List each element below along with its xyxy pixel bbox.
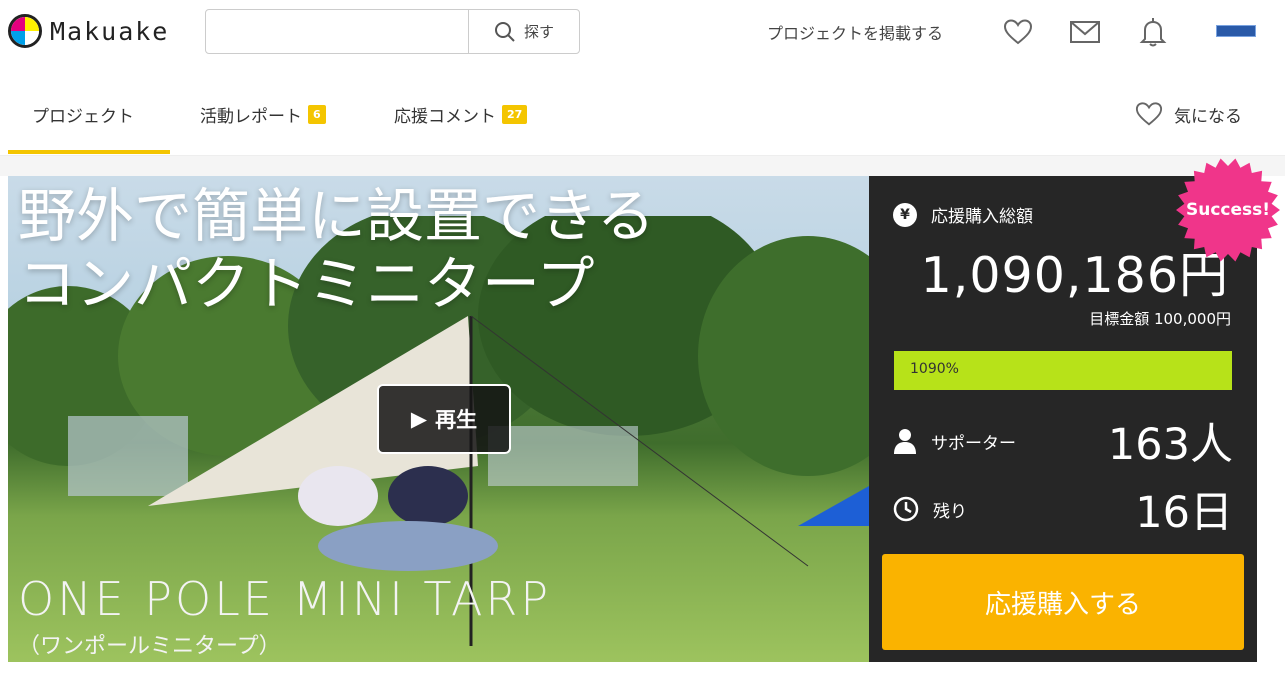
remaining-days: 16日 [1135,488,1233,538]
tab-activity-report[interactable]: 活動レポート 6 [200,102,326,127]
heart-icon [1135,102,1163,126]
search-input[interactable] [206,10,468,53]
count-badge: 6 [308,105,326,124]
content-separator [0,156,1285,176]
tab-label: 応援コメント [394,107,496,127]
play-icon: ▶ [410,407,428,431]
supporters-label: サポーター [931,433,1016,454]
watch-label: 気になる [1174,106,1242,127]
logo-mark-icon [8,14,42,48]
search-button-label: 探す [523,23,554,41]
search-icon [494,21,515,42]
success-label: Success! [1185,200,1271,220]
remaining-label: 残り [933,501,967,522]
support-purchase-button[interactable]: 応援購入する [882,554,1244,650]
success-badge: Success! [1176,158,1280,262]
site-header: Makuake 探す プロジェクトを掲載する [0,0,1285,66]
funding-progress-bar: 1090% [894,351,1232,390]
watch-button[interactable]: 気になる [1134,100,1242,128]
play-label: 再生 [435,408,478,432]
tab-label: プロジェクト [32,107,134,127]
total-amount-label-row: ¥ 応援購入総額 [893,202,1033,227]
hero-title: 野外で簡単に設置できる コンパクトミニタープ [18,182,655,318]
tab-support-comments[interactable]: 応援コメント 27 [394,102,528,127]
search-button[interactable]: 探す [468,10,579,53]
tab-label: 活動レポート [200,107,302,127]
product-name: ONE POLE MINI TARP [18,572,552,626]
yen-icon: ¥ [893,202,917,227]
heart-icon[interactable] [1002,16,1034,48]
project-hero-image: 野外で簡単に設置できる コンパクトミニタープ ▶ 再生 ONE POLE MIN… [8,176,869,662]
supporters-row: サポーター 163人 [893,416,1233,470]
hero-title-line2: コンパクトミニタープ [18,250,595,318]
post-project-link[interactable]: プロジェクトを掲載する [767,20,943,44]
person-icon [894,429,916,454]
clock-icon [893,496,919,522]
search-bar: 探す [205,9,580,54]
remaining-row: 残り 16日 [893,484,1233,538]
logo-text: Makuake [50,16,170,46]
tab-project[interactable]: プロジェクト [32,102,134,127]
hero-title-line1: 野外で簡単に設置できる [18,182,655,250]
supporters-count: 163人 [1107,420,1233,470]
total-amount-label: 応援購入総額 [931,207,1033,227]
user-avatar[interactable] [1216,25,1256,37]
progress-percent: 1090% [910,361,959,377]
mail-icon[interactable] [1069,16,1101,48]
play-video-button[interactable]: ▶ 再生 [377,384,511,454]
project-tabs: プロジェクト 活動レポート 6 応援コメント 27 気になる [0,66,1285,156]
goal-amount: 目標金額 100,000円 [1089,310,1231,328]
product-name-ja: （ワンポールミニタープ） [18,634,281,659]
count-badge: 27 [502,105,528,124]
bell-icon[interactable] [1137,16,1169,48]
makuake-logo[interactable]: Makuake [8,14,169,48]
active-tab-indicator [8,150,170,154]
